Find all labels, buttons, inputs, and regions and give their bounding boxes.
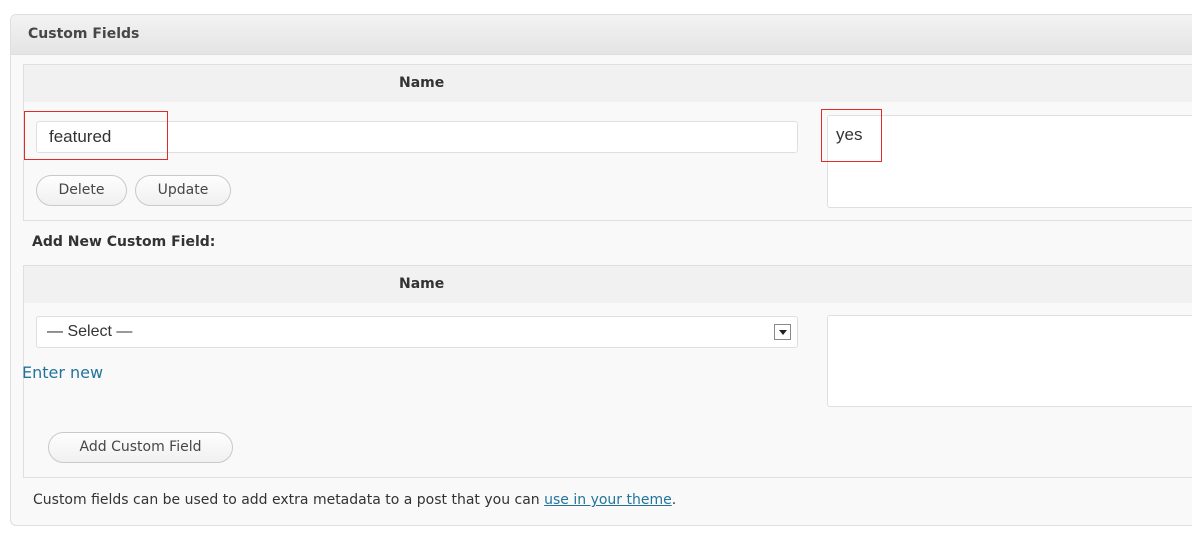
- table-header: Name: [24, 65, 1192, 102]
- add-new-field-table: Name — Select — Enter new Add Custom Fie…: [22, 265, 1192, 478]
- delete-button[interactable]: Delete: [36, 175, 127, 206]
- meta-key-select[interactable]: — Select —: [36, 316, 798, 348]
- existing-fields-table: Name featured yes Delete Update: [23, 64, 1192, 221]
- add-new-heading: Add New Custom Field:: [32, 234, 216, 250]
- use-in-theme-link[interactable]: use in your theme: [544, 492, 672, 508]
- custom-fields-metabox: Custom Fields Name featured yes Delete U…: [10, 14, 1192, 526]
- metabox-title: Custom Fields: [28, 26, 140, 42]
- footer-note-text: Custom fields can be used to add extra m…: [33, 492, 545, 508]
- update-button[interactable]: Update: [135, 175, 231, 206]
- name-column-header: Name: [399, 75, 445, 91]
- new-meta-value-textarea[interactable]: [827, 315, 1192, 407]
- enter-new-link[interactable]: Enter new: [22, 363, 103, 382]
- name-column-header: Name: [399, 276, 445, 292]
- select-value: — Select —: [47, 323, 133, 340]
- footer-note: Custom fields can be used to add extra m…: [33, 492, 676, 508]
- meta-value-textarea[interactable]: yes: [827, 115, 1192, 208]
- meta-key-input[interactable]: featured: [36, 121, 798, 153]
- chevron-down-icon[interactable]: [774, 324, 791, 340]
- table-header: Name: [24, 266, 1192, 303]
- add-custom-field-button[interactable]: Add Custom Field: [48, 432, 233, 463]
- footer-note-suffix: .: [671, 492, 677, 508]
- metabox-header[interactable]: Custom Fields: [11, 15, 1192, 55]
